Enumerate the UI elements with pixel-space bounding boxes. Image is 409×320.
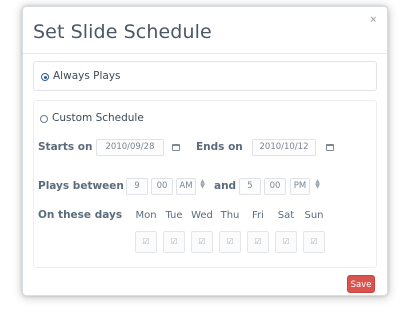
save-button[interactable]: Save [347,275,375,293]
start-date-input[interactable]: 2010/09/28 [96,139,164,156]
ends-on-label: Ends on [196,141,243,153]
day-checkbox-wed[interactable]: ☑ [191,231,213,253]
day-checkbox-sun[interactable]: ☑ [303,231,325,253]
plays-between-label: Plays between [38,180,124,192]
end-ampm-input[interactable]: PM [290,178,310,195]
day-label-mon: Mon [135,210,157,221]
start-hour-input[interactable]: 9 [126,178,148,195]
day-label-wed: Wed [191,210,213,221]
dialog-title: Set Slide Schedule [33,21,212,43]
custom-schedule-radio[interactable] [40,115,48,123]
custom-schedule-option: Custom Schedule Starts on 2010/09/28 End… [33,100,377,268]
custom-schedule-label: Custom Schedule [52,112,144,124]
always-plays-option[interactable]: Always Plays [33,61,377,91]
on-these-days-label: On these days [38,209,123,221]
close-icon[interactable]: × [369,15,377,25]
start-time-spinner-icon[interactable]: ▲ ▼ [199,179,206,190]
end-hour-input[interactable]: 5 [239,178,261,195]
day-checkbox-mon[interactable]: ☑ [135,231,157,253]
always-plays-radio[interactable] [41,73,49,81]
start-ampm-input[interactable]: AM [176,178,196,195]
header-divider [23,53,387,54]
starts-on-label: Starts on [38,141,93,153]
day-checkbox-sat[interactable]: ☑ [275,231,297,253]
day-checkbox-fri[interactable]: ☑ [247,231,269,253]
day-checkbox-thu[interactable]: ☑ [219,231,241,253]
and-label: and [214,180,237,192]
always-plays-label: Always Plays [53,70,121,82]
schedule-dialog: Set Slide Schedule × Always Plays Custom… [22,6,388,296]
day-label-sun: Sun [304,210,324,221]
day-label-sat: Sat [277,210,295,221]
start-minute-input[interactable]: 00 [151,178,173,195]
day-label-tue: Tue [165,210,183,221]
end-calendar-icon[interactable] [326,144,334,151]
end-minute-input[interactable]: 00 [264,178,286,195]
day-checkbox-tue[interactable]: ☑ [163,231,185,253]
start-calendar-icon[interactable] [172,144,180,151]
day-label-thu: Thu [220,210,240,221]
day-label-fri: Fri [252,210,264,221]
end-date-input[interactable]: 2010/10/12 [252,139,316,156]
end-time-spinner-icon[interactable]: ▲ ▼ [314,179,321,190]
